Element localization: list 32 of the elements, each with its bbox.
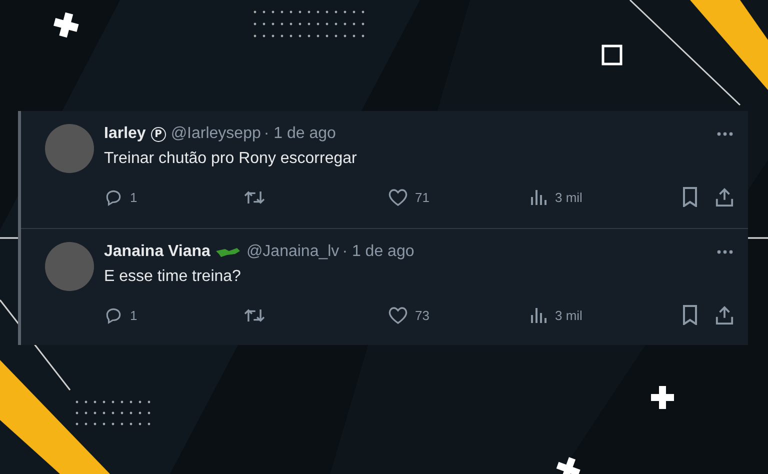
reply-icon[interactable] <box>104 306 123 324</box>
reply-count: 1 <box>130 190 138 204</box>
view-count: 3 mil <box>555 190 582 204</box>
post-time: · 1 de ago <box>264 125 336 143</box>
user-name[interactable]: Iarley <box>104 125 146 143</box>
bookmark-icon[interactable] <box>682 187 698 207</box>
crocodile-icon <box>215 246 242 258</box>
heart-icon[interactable] <box>388 306 408 324</box>
like-count: 73 <box>415 308 430 322</box>
heart-icon[interactable] <box>388 188 408 206</box>
tweet-text: Treinar chutão pro Rony escorregar <box>104 150 358 168</box>
more-icon[interactable] <box>716 131 734 137</box>
square-decoration <box>602 44 622 66</box>
plus-decoration <box>54 12 79 38</box>
views-icon[interactable] <box>530 188 548 206</box>
reply-count: 1 <box>130 308 138 322</box>
more-icon[interactable] <box>716 249 734 255</box>
reply-icon[interactable] <box>104 188 123 206</box>
share-icon[interactable] <box>715 187 734 207</box>
user-handle[interactable]: @Janaina_lv <box>246 243 340 261</box>
user-name[interactable]: Janaina Viana <box>104 243 210 261</box>
user-handle[interactable]: @Iarleysepp <box>170 125 261 143</box>
share-icon[interactable] <box>715 305 734 325</box>
view-count: 3 mil <box>555 308 582 322</box>
tweet-text: E esse time treina? <box>104 268 242 286</box>
badge-icon: P <box>150 126 166 142</box>
post-time: · 1 de ago <box>342 243 414 261</box>
plus-decoration <box>651 386 674 409</box>
like-count: 71 <box>415 190 430 204</box>
bookmark-icon[interactable] <box>682 305 698 325</box>
views-icon[interactable] <box>530 306 548 324</box>
plus-decoration <box>556 457 580 474</box>
